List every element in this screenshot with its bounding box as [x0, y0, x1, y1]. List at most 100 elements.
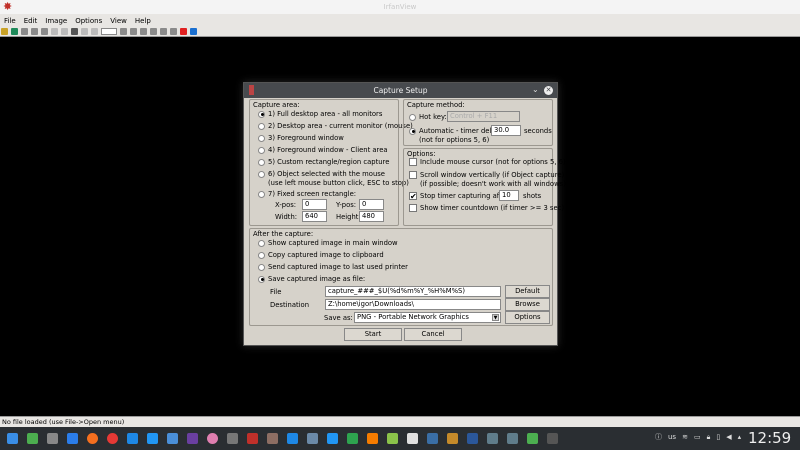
send-printer-option[interactable]: Send captured image to last used printer: [258, 263, 408, 271]
capture-option-7[interactable]: 7) Fixed screen rectangle:: [258, 190, 356, 198]
menu-image[interactable]: Image: [45, 17, 67, 25]
taskbar-app-icon[interactable]: [304, 431, 320, 447]
taskbar-app-icon[interactable]: [84, 431, 100, 447]
taskbar-app-icon[interactable]: [184, 431, 200, 447]
hotkey-option[interactable]: Hot key:: [409, 113, 447, 121]
taskbar-app-icon[interactable]: [324, 431, 340, 447]
copy-clipboard-option[interactable]: Copy captured image to clipboard: [258, 251, 384, 259]
taskbar-app-icon[interactable]: [384, 431, 400, 447]
previous-icon[interactable]: [140, 28, 147, 35]
xpos-input[interactable]: 0: [302, 199, 327, 210]
taskbar-app-icon[interactable]: [424, 431, 440, 447]
taskbar-app-icon[interactable]: [164, 431, 180, 447]
destination-input[interactable]: Z:\home\igor\Downloads\: [325, 299, 501, 310]
radio[interactable]: [258, 275, 265, 283]
radio[interactable]: [258, 251, 265, 259]
taskbar-app-icon[interactable]: [464, 431, 480, 447]
zoom-combo[interactable]: [101, 28, 117, 35]
keyboard-layout[interactable]: us: [668, 433, 676, 441]
radio[interactable]: [258, 146, 265, 154]
radio[interactable]: [409, 113, 416, 121]
wifi-icon[interactable]: ≋: [682, 433, 688, 441]
taskbar-app-icon[interactable]: [244, 431, 260, 447]
scroll-window-checkbox[interactable]: Scroll window vertically (if Object capt…: [409, 171, 564, 179]
paint-icon[interactable]: [180, 28, 187, 35]
print-icon[interactable]: [31, 28, 38, 35]
next-icon[interactable]: [150, 28, 157, 35]
width-input[interactable]: 640: [302, 211, 327, 222]
radio[interactable]: [258, 122, 265, 130]
taskbar-app-icon[interactable]: [224, 431, 240, 447]
checkbox[interactable]: [409, 171, 417, 179]
dropdown-arrow-icon[interactable]: ▼: [492, 314, 499, 321]
capture-option-4[interactable]: 4) Foreground window - Client area: [258, 146, 388, 154]
taskbar-app-icon[interactable]: [44, 431, 60, 447]
taskbar-app-icon[interactable]: [544, 431, 560, 447]
taskbar-app-icon[interactable]: [444, 431, 460, 447]
hotkey-input[interactable]: Control + F11: [447, 111, 520, 122]
browse-button[interactable]: Browse: [505, 298, 550, 311]
volume-icon[interactable]: ◀: [726, 433, 731, 441]
cancel-button[interactable]: Cancel: [404, 328, 462, 341]
radio[interactable]: [258, 170, 265, 178]
undo-icon[interactable]: [81, 28, 88, 35]
format-options-button[interactable]: Options: [505, 311, 550, 324]
taskbar-app-icon[interactable]: [4, 431, 20, 447]
start-button[interactable]: Start: [344, 328, 402, 341]
copy-icon[interactable]: [61, 28, 68, 35]
taskbar-app-icon[interactable]: [344, 431, 360, 447]
stop-timer-checkbox[interactable]: ✔ Stop timer capturing after:: [409, 192, 511, 201]
clipboard-icon[interactable]: ▯: [716, 433, 720, 441]
radio[interactable]: [258, 110, 265, 118]
taskbar-app-icon[interactable]: [64, 431, 80, 447]
file-name-input[interactable]: capture_###_$U(%d%m%Y_%H%M%S): [325, 286, 501, 297]
menu-view[interactable]: View: [110, 17, 127, 25]
timer-delay-input[interactable]: 30.0: [491, 125, 521, 136]
taskbar-app-icon[interactable]: [284, 431, 300, 447]
show-countdown-checkbox[interactable]: Show timer countdown (if timer >= 3 sec): [409, 204, 564, 212]
radio[interactable]: [258, 134, 265, 142]
open-icon[interactable]: [1, 28, 8, 35]
save-icon[interactable]: [21, 28, 28, 35]
default-name-button[interactable]: Default name: [505, 285, 550, 306]
lock-icon[interactable]: 🔒︎: [707, 433, 711, 442]
taskbar-app-icon[interactable]: [504, 431, 520, 447]
capture-option-2[interactable]: 2) Desktop area - current monitor (mouse…: [258, 122, 413, 130]
first-icon[interactable]: [160, 28, 167, 35]
radio[interactable]: [258, 158, 265, 166]
close-icon[interactable]: ✕: [544, 86, 553, 95]
cut-icon[interactable]: [51, 28, 58, 35]
info-icon[interactable]: ⓘ: [655, 432, 662, 442]
capture-option-5[interactable]: 5) Custom rectangle/region capture: [258, 158, 389, 166]
battery-icon[interactable]: ▭: [694, 433, 701, 441]
height-input[interactable]: 480: [359, 211, 384, 222]
menu-file[interactable]: File: [4, 17, 16, 25]
menu-edit[interactable]: Edit: [24, 17, 38, 25]
automatic-option[interactable]: Automatic - timer delay:: [409, 127, 501, 135]
taskbar-app-icon[interactable]: [364, 431, 380, 447]
minimize-chevron-icon[interactable]: ⌄: [532, 85, 539, 94]
taskbar-app-icon[interactable]: [24, 431, 40, 447]
taskbar-app-icon[interactable]: [404, 431, 420, 447]
zoom-in-icon[interactable]: [120, 28, 127, 35]
checkbox[interactable]: ✔: [409, 192, 417, 201]
include-cursor-checkbox[interactable]: Include mouse cursor (not for options 5,…: [409, 158, 566, 166]
last-icon[interactable]: [170, 28, 177, 35]
taskbar-app-icon[interactable]: [144, 431, 160, 447]
clock[interactable]: 12:59: [748, 429, 791, 447]
shots-input[interactable]: 10: [499, 190, 519, 201]
taskbar-app-icon[interactable]: [104, 431, 120, 447]
checkbox[interactable]: [409, 204, 417, 212]
capture-option-6[interactable]: 6) Object selected with the mouse: [258, 170, 385, 178]
capture-option-3[interactable]: 3) Foreground window: [258, 134, 344, 142]
save-as-select[interactable]: PNG - Portable Network Graphics ▼: [354, 312, 501, 323]
radio[interactable]: [258, 263, 265, 271]
irfanview-icon[interactable]: [190, 28, 197, 35]
taskbar-app-icon[interactable]: [264, 431, 280, 447]
menu-help[interactable]: Help: [135, 17, 151, 25]
radio[interactable]: [409, 127, 416, 135]
slideshow-icon[interactable]: [11, 28, 18, 35]
show-in-main-option[interactable]: Show captured image in main window: [258, 239, 398, 247]
menu-options[interactable]: Options: [75, 17, 102, 25]
ypos-input[interactable]: 0: [359, 199, 384, 210]
